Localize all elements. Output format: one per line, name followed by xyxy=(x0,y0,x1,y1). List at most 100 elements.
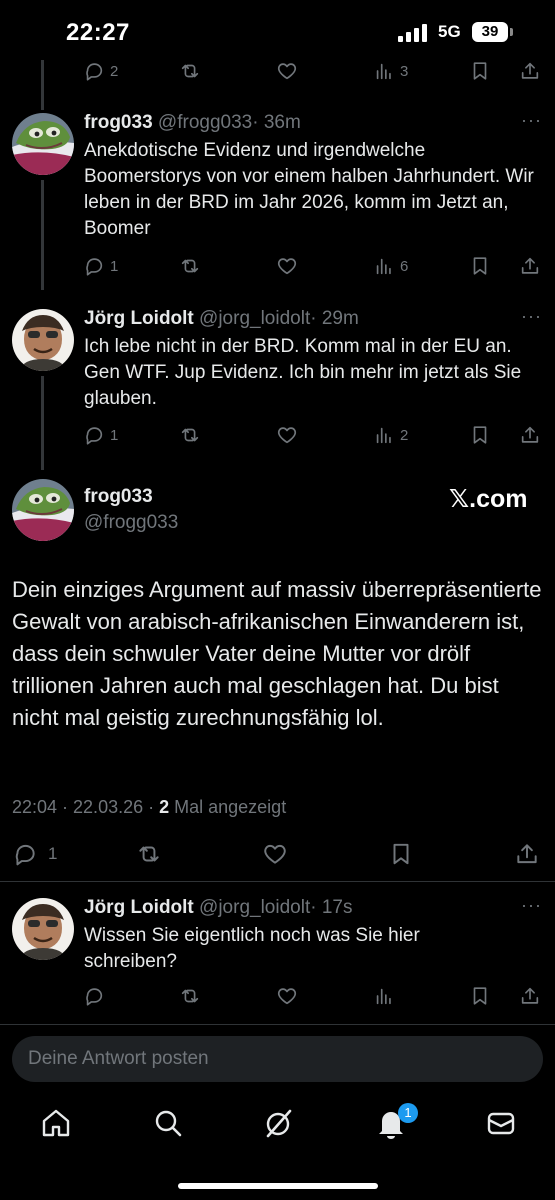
tweet-time: · 36m xyxy=(252,112,301,133)
tweet-text: Wissen Sie eigentlich noch was Sie hier … xyxy=(84,925,420,972)
heart-icon xyxy=(276,255,298,277)
search-icon[interactable] xyxy=(151,1106,185,1140)
like-button[interactable] xyxy=(276,58,298,84)
reply-count: 1 xyxy=(110,257,119,275)
bookmark-button[interactable] xyxy=(469,983,491,1009)
like-button[interactable] xyxy=(262,840,288,868)
share-button[interactable] xyxy=(519,422,541,448)
views-button[interactable]: 6 xyxy=(373,253,408,279)
avatar[interactable] xyxy=(12,113,74,175)
reply-icon xyxy=(83,424,105,446)
views-button[interactable]: 2 xyxy=(373,422,408,448)
signal-icon xyxy=(398,24,427,42)
bookmark-button[interactable] xyxy=(469,58,491,84)
main-tweet-datetime: 22:04 · 22.03.26 · xyxy=(12,797,160,817)
views-button[interactable] xyxy=(373,983,395,1009)
reply-button[interactable]: 1 xyxy=(12,840,57,868)
author-handle[interactable]: @jorg_loidolt xyxy=(199,308,310,329)
share-icon xyxy=(519,424,541,446)
bookmark-icon xyxy=(388,841,414,867)
home-icon[interactable] xyxy=(39,1106,73,1140)
tweet-header: Jörg Loidolt @jorg_loidolt· 29m xyxy=(84,308,359,330)
tweet[interactable]: Jörg Loidolt @jorg_loidolt· 29m ··· Ich … xyxy=(0,306,555,470)
reply-button[interactable]: 2 xyxy=(83,58,118,84)
share-icon xyxy=(519,985,541,1007)
status-time: 22:27 xyxy=(66,19,130,46)
views-icon xyxy=(373,985,395,1007)
repost-icon xyxy=(179,60,201,82)
more-options-icon[interactable]: ··· xyxy=(521,895,542,916)
bookmark-button[interactable] xyxy=(469,253,491,279)
avatar[interactable] xyxy=(12,898,74,960)
tweet[interactable]: Jörg Loidolt @jorg_loidolt· 17s ··· Wiss… xyxy=(0,895,555,1015)
main-author-name[interactable]: frog033 xyxy=(84,486,153,508)
main-tweet-meta: 22:04 · 22.03.26 · 2 Mal angezeigt xyxy=(12,797,286,818)
network-label: 5G xyxy=(438,22,461,41)
author-handle[interactable]: @jorg_loidolt xyxy=(199,897,310,918)
main-avatar[interactable] xyxy=(12,479,74,541)
main-action-bar: 1 xyxy=(0,840,555,868)
reply-button[interactable] xyxy=(83,983,105,1009)
tweet-text: Ich lebe nicht in der BRD. Komm mal in d… xyxy=(84,336,522,409)
tweet-header: Jörg Loidolt @jorg_loidolt· 17s xyxy=(84,897,352,919)
divider xyxy=(0,881,555,882)
share-button[interactable] xyxy=(514,840,540,868)
more-options-icon[interactable]: ··· xyxy=(521,110,542,131)
repost-icon xyxy=(179,985,201,1007)
share-icon xyxy=(514,841,540,867)
tweet[interactable]: frog033 @frogg033· 36m ··· Anekdotische … xyxy=(0,110,555,290)
repost-button[interactable] xyxy=(179,983,201,1009)
action-bar-top: 2 3 xyxy=(0,58,555,84)
views-label: Mal angezeigt xyxy=(169,797,287,817)
heart-icon xyxy=(276,424,298,446)
author-name[interactable]: frog033 xyxy=(84,112,153,133)
like-button[interactable] xyxy=(276,983,298,1009)
x-watermark: 𝕏.com xyxy=(449,485,528,513)
main-author-handle[interactable]: @frogg033 xyxy=(84,512,178,534)
reply-icon xyxy=(12,841,38,867)
tweet-header: frog033 @frogg033· 36m xyxy=(84,112,301,134)
heart-icon xyxy=(262,841,288,867)
bookmark-button[interactable] xyxy=(388,840,414,868)
avatar[interactable] xyxy=(12,309,74,371)
share-button[interactable] xyxy=(519,253,541,279)
heart-icon xyxy=(276,60,298,82)
messages-icon[interactable] xyxy=(484,1106,518,1140)
bookmark-button[interactable] xyxy=(469,422,491,448)
share-button[interactable] xyxy=(519,58,541,84)
like-button[interactable] xyxy=(276,422,298,448)
notifications-badge: 1 xyxy=(398,1103,418,1123)
repost-icon xyxy=(179,424,201,446)
bookmark-icon xyxy=(469,985,491,1007)
repost-button[interactable] xyxy=(136,840,162,868)
battery-tip xyxy=(510,28,513,36)
repost-button[interactable] xyxy=(179,422,201,448)
tweet-text: Anekdotische Evidenz und irgendwelche Bo… xyxy=(84,140,534,239)
like-button[interactable] xyxy=(276,253,298,279)
bookmark-icon xyxy=(469,424,491,446)
reply-icon xyxy=(83,60,105,82)
author-name[interactable]: Jörg Loidolt xyxy=(84,897,194,918)
author-name[interactable]: Jörg Loidolt xyxy=(84,308,194,329)
reply-count: 2 xyxy=(110,62,119,80)
action-bar xyxy=(0,983,555,1009)
home-indicator xyxy=(178,1183,378,1189)
repost-button[interactable] xyxy=(179,58,201,84)
grok-icon[interactable] xyxy=(262,1106,296,1140)
reply-button[interactable]: 1 xyxy=(83,422,118,448)
repost-button[interactable] xyxy=(179,253,201,279)
share-button[interactable] xyxy=(519,983,541,1009)
tweet-time: · 17s xyxy=(310,897,353,918)
bookmark-icon xyxy=(469,60,491,82)
reply-icon xyxy=(83,255,105,277)
more-options-icon[interactable]: ··· xyxy=(521,306,542,327)
main-tweet-text: Dein einziges Argument auf massiv überre… xyxy=(12,577,542,730)
reply-input[interactable]: Deine Antwort posten xyxy=(12,1036,543,1082)
reply-placeholder: Deine Antwort posten xyxy=(28,1048,209,1069)
reply-button[interactable]: 1 xyxy=(83,253,118,279)
views-count: 2 xyxy=(400,426,409,444)
bookmark-icon xyxy=(469,255,491,277)
divider xyxy=(0,1024,555,1025)
author-handle[interactable]: @frogg033 xyxy=(158,112,252,133)
views-button[interactable]: 3 xyxy=(373,58,408,84)
